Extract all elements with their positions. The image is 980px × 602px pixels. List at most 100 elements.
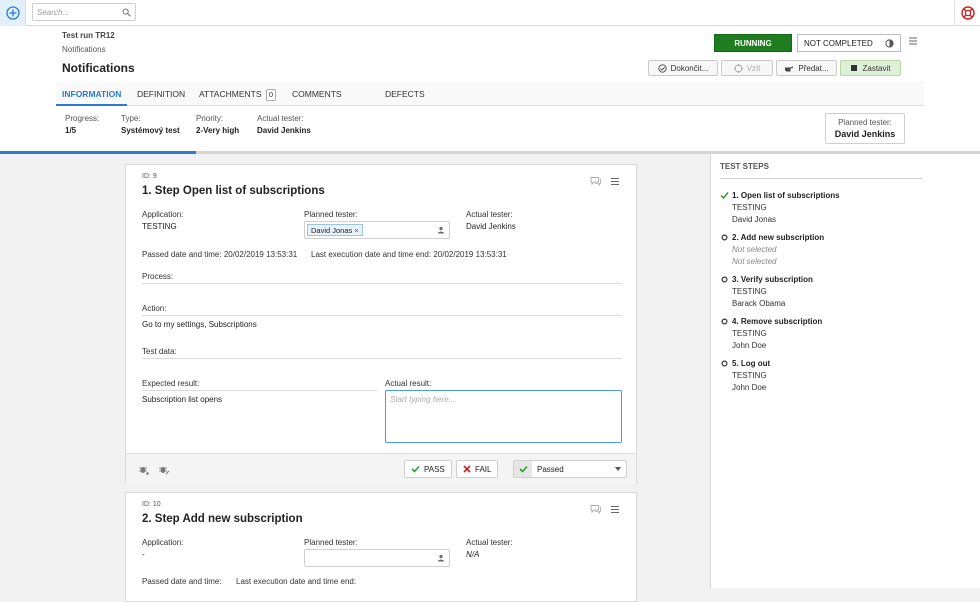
bug-icon[interactable]: [138, 464, 149, 475]
stop-button[interactable]: Zastavit: [840, 60, 901, 76]
hand-pointer-icon: [785, 66, 794, 71]
actual-result-label: Actual result:: [385, 379, 432, 388]
step-card: ID: 10 2. Step Add new subscription Appl…: [125, 492, 637, 602]
step-card: ID: 9 1. Step Open list of subscriptions…: [125, 164, 637, 484]
tab-information[interactable]: INFORMATION: [56, 82, 128, 106]
progress-label: Progress:: [65, 114, 100, 123]
search-input[interactable]: [37, 6, 121, 19]
step-list-title: 2. Add new subscription: [732, 233, 825, 242]
divider: [142, 390, 377, 391]
result-select[interactable]: Passed: [513, 460, 627, 478]
test-steps-panel: TEST STEPS 1. Open list of subscriptions…: [710, 154, 980, 588]
search-icon[interactable]: [122, 8, 131, 17]
completion-status-label: NOT COMPLETED: [804, 38, 873, 48]
target-icon: [733, 63, 743, 73]
attachments-count-badge: 0: [265, 89, 277, 101]
page-title: Notifications: [62, 61, 135, 75]
pass-button[interactable]: PASS: [404, 460, 452, 478]
step-list-title: 5. Log out: [732, 359, 771, 368]
actual-tester-label: Actual tester:: [257, 114, 304, 123]
step-list-tester: Barack Obama: [732, 299, 786, 308]
process-label: Process:: [142, 272, 174, 281]
step-list-tester: John Doe: [732, 383, 767, 392]
person-icon: [438, 554, 444, 562]
completion-status-select[interactable]: NOT COMPLETED: [797, 34, 901, 52]
priority-value: 2-Very high: [196, 126, 240, 135]
divider: [142, 283, 622, 284]
action-label: Action:: [142, 304, 167, 313]
fail-button[interactable]: FAIL: [456, 460, 499, 478]
run-id: Test run TR12: [62, 31, 115, 40]
action-value: Go to my settings, Subscriptions: [142, 320, 257, 329]
step-list-application: Not selected: [732, 245, 777, 254]
remove-chip-icon[interactable]: ×: [354, 226, 358, 235]
top-bar: [0, 0, 980, 26]
check-icon: [518, 465, 528, 473]
expected-result-value: Subscription list opens: [142, 395, 223, 404]
step-id: ID: 9: [142, 173, 157, 180]
pass-label: PASS: [424, 464, 445, 474]
take-button[interactable]: Vzít: [721, 60, 773, 76]
last-execution-date: Last execution date and time end: 20/02/…: [311, 250, 507, 259]
fail-label: FAIL: [475, 464, 492, 474]
comment-icon[interactable]: [590, 504, 601, 514]
tester-chip: David Jonas ×: [307, 224, 363, 236]
hamburger-menu-icon[interactable]: [908, 36, 918, 46]
actual-tester-value: David Jenkins: [466, 222, 516, 231]
handover-button[interactable]: Předat...: [776, 60, 837, 76]
hamburger-menu-icon[interactable]: [610, 177, 620, 186]
step-list-tester: John Doe: [732, 341, 767, 350]
step-id: ID: 10: [142, 501, 161, 508]
lifebuoy-icon: [960, 6, 975, 20]
add-button[interactable]: [0, 0, 26, 26]
step-list-title: 1. Open list of subscriptions: [732, 191, 840, 200]
help-button[interactable]: [954, 0, 980, 26]
cross-icon: [463, 465, 471, 473]
finish-label: Dokončit...: [670, 63, 709, 73]
plus-circle-icon: [5, 6, 20, 20]
actual-result-input[interactable]: [385, 390, 622, 443]
stop-square-icon: [851, 65, 858, 71]
last-execution-label: Last execution date and time end:: [236, 577, 357, 586]
application-value: -: [142, 550, 145, 559]
tab-bar: INFORMATION DEFINITION ATTACHMENTS 0 COM…: [56, 82, 924, 106]
bug-link-icon[interactable]: [158, 464, 170, 475]
tab-comments[interactable]: COMMENTS: [286, 82, 348, 106]
actual-tester-value: David Jenkins: [257, 126, 311, 135]
status-running-button[interactable]: RUNNING: [714, 34, 792, 52]
step-title: 1. Step Open list of subscriptions: [142, 185, 325, 197]
check-icon: [411, 465, 420, 473]
tab-attachments[interactable]: ATTACHMENTS 0: [193, 82, 282, 106]
actual-tester-label: Actual tester:: [466, 538, 513, 547]
check-circle-icon: [657, 63, 667, 73]
progress-value: 1/5: [65, 126, 77, 135]
step-list-application: TESTING: [732, 371, 767, 380]
planned-tester-select[interactable]: David Jonas ×: [304, 221, 450, 239]
step-list-tester: David Jonas: [732, 215, 777, 224]
finish-button[interactable]: Dokončit...: [648, 60, 718, 76]
tester-chip-label: David Jonas: [311, 226, 353, 235]
application-label: Application:: [142, 210, 184, 219]
search-box: [32, 3, 136, 21]
planned-tester-label: Planned tester:: [304, 538, 358, 547]
test-data-label: Test data:: [142, 347, 177, 356]
tab-defects[interactable]: DEFECTS: [379, 82, 431, 106]
tab-attachments-label: ATTACHMENTS: [199, 89, 262, 99]
test-steps-title: TEST STEPS: [720, 162, 769, 171]
step-list-application: TESTING: [732, 329, 767, 338]
tab-definition[interactable]: DEFINITION: [131, 82, 191, 106]
step-title: 2. Step Add new subscription: [142, 513, 303, 525]
application-label: Application:: [142, 538, 184, 547]
caret-down-icon: [615, 467, 621, 471]
comment-icon[interactable]: [590, 176, 601, 186]
circle-icon: [721, 276, 728, 283]
planned-tester-select[interactable]: [304, 549, 450, 567]
actual-tester-value: N/A: [466, 550, 480, 559]
passed-date: Passed date and time: 20/02/2019 13:53:3…: [142, 250, 297, 259]
planned-tester-box: Planned tester: David Jenkins: [825, 113, 905, 144]
step-list-application: TESTING: [732, 287, 767, 296]
circle-icon: [721, 234, 728, 241]
hamburger-menu-icon[interactable]: [610, 505, 620, 514]
application-value: TESTING: [142, 222, 177, 231]
priority-label: Priority:: [196, 114, 224, 123]
